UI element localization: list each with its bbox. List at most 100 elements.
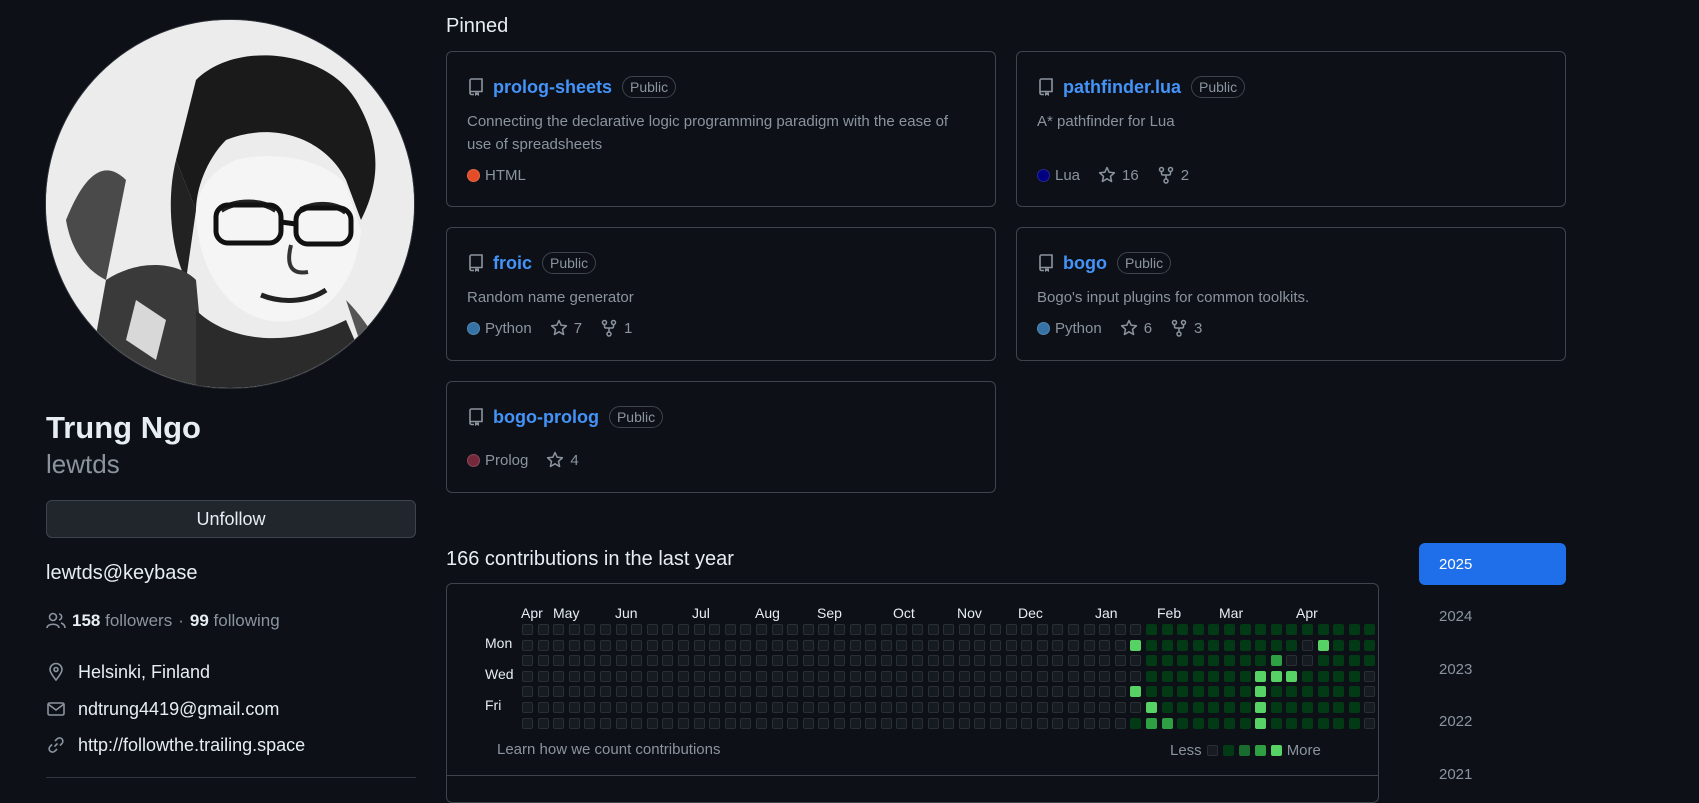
contribution-cell[interactable]	[880, 670, 892, 682]
contribution-cell[interactable]	[740, 670, 752, 682]
contribution-cell[interactable]	[631, 624, 643, 635]
contribution-cell[interactable]	[1364, 624, 1376, 635]
unfollow-button[interactable]: Unfollow	[46, 500, 416, 538]
contribution-cell[interactable]	[802, 670, 814, 682]
contribution-cell[interactable]	[1224, 639, 1235, 651]
contribution-cell[interactable]	[553, 686, 565, 698]
contribution-cell[interactable]	[1208, 686, 1220, 698]
contribution-cell[interactable]	[896, 702, 908, 713]
stars-link[interactable]: 7	[550, 319, 582, 337]
contribution-cell[interactable]	[1255, 624, 1267, 635]
contribution-cell[interactable]	[1286, 670, 1298, 682]
contribution-cell[interactable]	[1333, 655, 1345, 667]
contribution-cell[interactable]	[1036, 639, 1048, 651]
contribution-cell[interactable]	[678, 702, 689, 713]
contribution-cell[interactable]	[865, 670, 877, 682]
contribution-cell[interactable]	[1083, 655, 1095, 667]
contribution-cell[interactable]	[1364, 717, 1376, 729]
contribution-cell[interactable]	[1333, 624, 1345, 635]
contribution-cell[interactable]	[756, 624, 767, 635]
contribution-cell[interactable]	[1286, 624, 1298, 635]
contribution-cell[interactable]	[1068, 655, 1079, 667]
followers-link[interactable]: 158 followers	[72, 611, 172, 631]
contribution-cell[interactable]	[678, 655, 689, 667]
contribution-cell[interactable]	[740, 686, 752, 698]
contribution-cell[interactable]	[1161, 624, 1173, 635]
contribution-cell[interactable]	[600, 686, 611, 698]
contribution-cell[interactable]	[1005, 702, 1017, 713]
contribution-cell[interactable]	[818, 655, 830, 667]
contribution-cell[interactable]	[787, 686, 799, 698]
contribution-cell[interactable]	[849, 624, 861, 635]
forks-link[interactable]: 2	[1157, 166, 1189, 184]
contribution-cell[interactable]	[1005, 639, 1017, 651]
contribution-cell[interactable]	[1255, 639, 1267, 651]
contribution-cell[interactable]	[834, 686, 845, 698]
contribution-cell[interactable]	[1270, 670, 1282, 682]
contribution-cell[interactable]	[990, 670, 1001, 682]
contribution-cell[interactable]	[802, 655, 814, 667]
contribution-cell[interactable]	[724, 717, 736, 729]
contribution-cell[interactable]	[1348, 670, 1360, 682]
contribution-cell[interactable]	[1270, 655, 1282, 667]
contribution-cell[interactable]	[974, 670, 986, 682]
contribution-cell[interactable]	[771, 686, 783, 698]
contribution-cell[interactable]	[1021, 655, 1033, 667]
contribution-cell[interactable]	[974, 639, 986, 651]
contribution-cell[interactable]	[1192, 670, 1204, 682]
contribution-cell[interactable]	[537, 655, 549, 667]
contribution-cell[interactable]	[927, 670, 939, 682]
contribution-cell[interactable]	[740, 702, 752, 713]
contribution-cell[interactable]	[522, 702, 533, 713]
contribution-cell[interactable]	[1177, 670, 1189, 682]
contribution-cell[interactable]	[693, 702, 705, 713]
contribution-cell[interactable]	[896, 686, 908, 698]
contribution-cell[interactable]	[1255, 670, 1267, 682]
contribution-cell[interactable]	[927, 717, 939, 729]
contribution-cell[interactable]	[1317, 670, 1329, 682]
contribution-cell[interactable]	[834, 624, 845, 635]
contribution-cell[interactable]	[678, 624, 689, 635]
contribution-cell[interactable]	[974, 686, 986, 698]
contribution-cell[interactable]	[1239, 639, 1251, 651]
contribution-cell[interactable]	[1114, 639, 1126, 651]
contribution-cell[interactable]	[1130, 655, 1142, 667]
contribution-cell[interactable]	[1286, 702, 1298, 713]
contribution-cell[interactable]	[771, 624, 783, 635]
contribution-cell[interactable]	[787, 670, 799, 682]
contribution-cell[interactable]	[1068, 702, 1079, 713]
contribution-cell[interactable]	[553, 639, 565, 651]
contribution-cell[interactable]	[756, 702, 767, 713]
repo-name-link[interactable]: prolog-sheets	[493, 77, 612, 98]
contribution-cell[interactable]	[1302, 655, 1313, 667]
contribution-cell[interactable]	[912, 624, 923, 635]
contribution-cell[interactable]	[1317, 655, 1329, 667]
contribution-cell[interactable]	[880, 717, 892, 729]
contribution-cell[interactable]	[974, 624, 986, 635]
contribution-cell[interactable]	[1317, 717, 1329, 729]
contribution-cell[interactable]	[1255, 702, 1267, 713]
contribution-cell[interactable]	[615, 624, 627, 635]
contribution-cell[interactable]	[1083, 639, 1095, 651]
contribution-cell[interactable]	[1114, 624, 1126, 635]
contribution-cell[interactable]	[584, 639, 596, 651]
contribution-cell[interactable]	[1317, 702, 1329, 713]
contribution-cell[interactable]	[724, 624, 736, 635]
contribution-cell[interactable]	[1302, 717, 1313, 729]
contribution-cell[interactable]	[1302, 639, 1313, 651]
contribution-cell[interactable]	[584, 655, 596, 667]
contribution-cell[interactable]	[568, 624, 580, 635]
contribution-cell[interactable]	[912, 670, 923, 682]
contribution-cell[interactable]	[537, 717, 549, 729]
contribution-cell[interactable]	[865, 655, 877, 667]
contribution-cell[interactable]	[1239, 686, 1251, 698]
contribution-cell[interactable]	[818, 639, 830, 651]
contribution-cell[interactable]	[709, 624, 721, 635]
contribution-cell[interactable]	[522, 670, 533, 682]
contribution-cell[interactable]	[724, 670, 736, 682]
avatar[interactable]	[45, 19, 415, 389]
contribution-cell[interactable]	[912, 717, 923, 729]
contribution-cell[interactable]	[584, 717, 596, 729]
contribution-cell[interactable]	[1161, 702, 1173, 713]
contribution-cell[interactable]	[1192, 702, 1204, 713]
